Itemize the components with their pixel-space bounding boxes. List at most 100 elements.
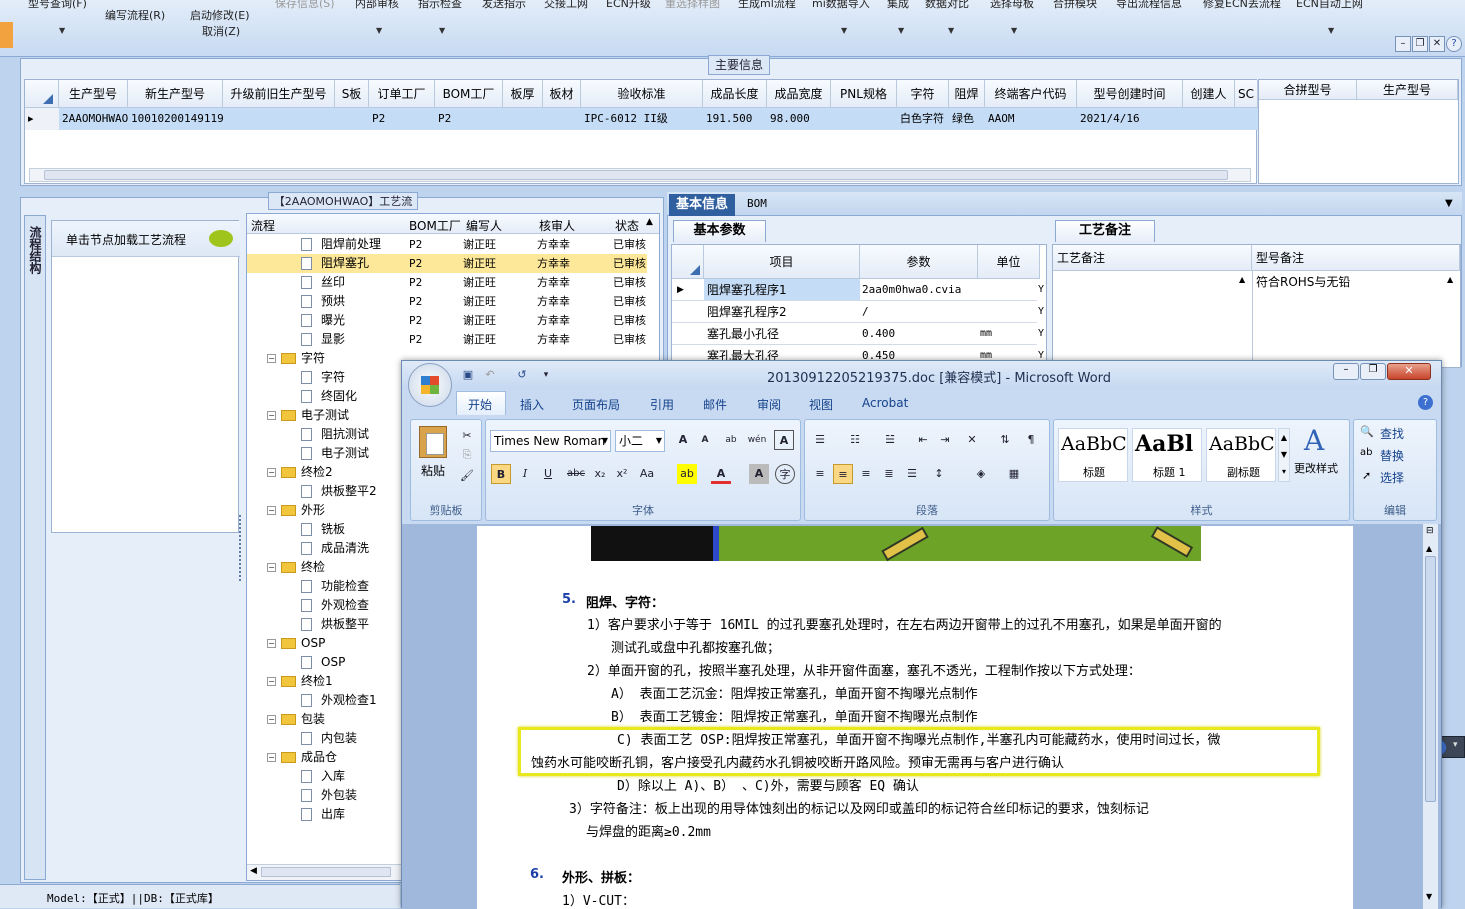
borders-icon[interactable]: ▦ xyxy=(1004,464,1024,484)
chevron-down-icon[interactable]: ▼ xyxy=(439,26,445,35)
find-icon[interactable]: 🔍 xyxy=(1360,425,1374,438)
scroll-thumb[interactable] xyxy=(44,170,1228,180)
subscript-icon[interactable]: x₂ xyxy=(590,464,610,484)
change-styles-button[interactable]: 更改样式 xyxy=(1294,460,1338,476)
style-heading-1[interactable]: AaBl 标题 1 xyxy=(1132,428,1202,482)
tab-review[interactable]: 审阅 xyxy=(757,396,781,413)
style-title[interactable]: AaBbC 标题 xyxy=(1058,428,1128,482)
menu-ecn-auto[interactable]: ECN自动上网 xyxy=(1296,0,1363,11)
menu-internal-review[interactable]: 内部审核 xyxy=(355,0,399,11)
italic-icon[interactable]: I xyxy=(515,464,535,484)
col-header[interactable]: 核审人 xyxy=(539,217,575,234)
tab-page-layout[interactable]: 页面布局 xyxy=(572,396,620,413)
menu-save-info[interactable]: 保存信息(S) xyxy=(275,0,335,11)
select-button[interactable]: 选择 xyxy=(1380,469,1404,486)
col-header[interactable]: 阻焊 xyxy=(949,80,985,108)
col-header[interactable]: 流程 xyxy=(251,217,275,234)
tab-basic-info[interactable]: 基本信息 xyxy=(669,194,735,216)
collapse-icon[interactable]: − xyxy=(267,354,276,363)
strikethrough-icon[interactable]: abc xyxy=(566,464,586,484)
table-cell[interactable] xyxy=(223,108,335,130)
flow-hint-panel[interactable]: 单击节点加载工艺流程 xyxy=(51,220,240,533)
tab-mailings[interactable]: 邮件 xyxy=(703,396,727,413)
table-cell[interactable]: AAOM xyxy=(985,108,1077,130)
scroll-up-icon[interactable]: ▲ xyxy=(1447,275,1453,284)
table-cell[interactable]: 绿色 xyxy=(949,108,985,130)
col-header[interactable]: 合拼型号 xyxy=(1259,80,1357,100)
splitter-handle[interactable] xyxy=(239,515,245,581)
chevron-down-icon[interactable]: ▼ xyxy=(1328,26,1334,35)
menu-data-compare[interactable]: 数据对比 xyxy=(925,0,969,11)
start-modify-button[interactable]: 启动修改(E) xyxy=(190,7,250,23)
chevron-down-icon[interactable]: ▼ xyxy=(948,26,954,35)
table-row[interactable]: 塞孔最小孔径 0.400 mm Y xyxy=(672,323,1044,345)
col-header[interactable]: PNL规格 xyxy=(831,80,897,108)
col-header[interactable]: 参数 xyxy=(860,245,978,279)
table-cell[interactable] xyxy=(503,108,543,130)
table-cell[interactable]: IPC-6012 II级 xyxy=(581,108,703,130)
menu-merge[interactable]: 合拼模块 xyxy=(1053,0,1097,11)
menu-select-mother[interactable]: 选择母板 xyxy=(990,0,1034,11)
col-header[interactable]: 编写人 xyxy=(466,217,502,234)
scroll-up-icon[interactable]: ▲ xyxy=(1239,275,1245,284)
col-header[interactable]: 字符 xyxy=(897,80,949,108)
col-header[interactable]: 终端客户代码 xyxy=(985,80,1077,108)
tab-home[interactable]: 开始 xyxy=(468,396,492,413)
flow-side-tab[interactable]: 流程结构 xyxy=(24,215,46,880)
vertical-scrollbar[interactable]: ⊟ ▲ ▼ xyxy=(1422,524,1438,909)
tree-node[interactable]: 丝印 P2 谢正旺 方幸幸 已审核 xyxy=(247,273,647,292)
tab-bom[interactable]: BOM xyxy=(747,197,767,210)
table-cell[interactable] xyxy=(543,108,581,130)
col-header[interactable]: 订单工厂 xyxy=(369,80,435,108)
replace-button[interactable]: 替换 xyxy=(1380,447,1404,464)
col-header[interactable]: 板材 xyxy=(543,80,581,108)
menu-indicator-check[interactable]: 指示检查 xyxy=(418,0,462,11)
tree-node[interactable]: 阻焊塞孔 P2 谢正旺 方幸幸 已审核 xyxy=(247,254,647,273)
find-button[interactable]: 查找 xyxy=(1380,425,1404,442)
col-header[interactable]: 单位 xyxy=(978,245,1040,279)
replace-icon[interactable]: ab xyxy=(1360,447,1372,458)
save-icon[interactable]: ▣ xyxy=(458,365,478,385)
horizontal-scrollbar[interactable] xyxy=(29,168,1251,182)
ruler-toggle-icon[interactable]: ⊟ xyxy=(1426,526,1434,536)
menu-mi-import[interactable]: mi数据导入 xyxy=(812,0,870,11)
font-color-icon[interactable]: A xyxy=(711,464,731,484)
decrease-indent-icon[interactable]: ⇤ xyxy=(913,430,933,450)
grow-font-icon[interactable]: A xyxy=(673,430,693,450)
table-cell[interactable] xyxy=(335,108,369,130)
chevron-down-icon[interactable]: ▾ xyxy=(1453,740,1458,750)
col-header[interactable]: 验收标准 xyxy=(581,80,703,108)
scroll-thumb[interactable] xyxy=(1425,556,1436,802)
col-header[interactable]: 创建人 xyxy=(1183,80,1235,108)
model-remark-text[interactable]: 符合ROHS与无铅 xyxy=(1256,273,1350,290)
table-cell[interactable]: P2 xyxy=(369,108,435,130)
collapse-icon[interactable]: − xyxy=(267,753,276,762)
tab-basic-params[interactable]: 基本参数 xyxy=(673,220,766,242)
scroll-left-icon[interactable]: ◀ xyxy=(250,866,257,876)
align-center-icon[interactable]: ≡ xyxy=(833,464,853,484)
table-cell[interactable]: 2AAOMOHWAO xyxy=(59,108,128,130)
restore-icon[interactable]: ❐ xyxy=(1360,363,1386,380)
scroll-down-icon[interactable]: ▼ xyxy=(1426,892,1432,901)
col-header[interactable]: BOM工厂 xyxy=(409,217,461,234)
multilevel-icon[interactable]: ☱ xyxy=(880,430,900,450)
char-shading-icon[interactable]: A xyxy=(749,464,769,484)
table-cell[interactable]: 98.000 xyxy=(767,108,831,130)
paste-icon[interactable] xyxy=(419,426,447,458)
cut-icon[interactable]: ✂ xyxy=(457,426,477,446)
increase-indent-icon[interactable]: ⇥ xyxy=(935,430,955,450)
line-spacing-icon[interactable]: ↕ xyxy=(929,464,949,484)
menu-handover[interactable]: 交接工网 xyxy=(544,0,588,11)
tab-view[interactable]: 视图 xyxy=(809,396,833,413)
col-header[interactable]: 工艺备注 xyxy=(1053,245,1252,271)
numbering-icon[interactable]: ☷ xyxy=(845,430,865,450)
menu-send-indicator[interactable]: 发送指示 xyxy=(482,0,526,11)
tab-references[interactable]: 引用 xyxy=(650,396,674,413)
col-header[interactable]: 型号备注 xyxy=(1252,245,1460,271)
distribute-icon[interactable]: ☰ xyxy=(902,464,922,484)
col-header[interactable]: 型号创建时间 xyxy=(1077,80,1183,108)
tree-node[interactable]: 曝光 P2 谢正旺 方幸幸 已审核 xyxy=(247,311,647,330)
highlight-icon[interactable]: ab xyxy=(677,464,697,484)
help-icon[interactable]: ? xyxy=(1418,395,1433,410)
menu-fix-ecn[interactable]: 修复ECN丢流程 xyxy=(1203,0,1281,11)
